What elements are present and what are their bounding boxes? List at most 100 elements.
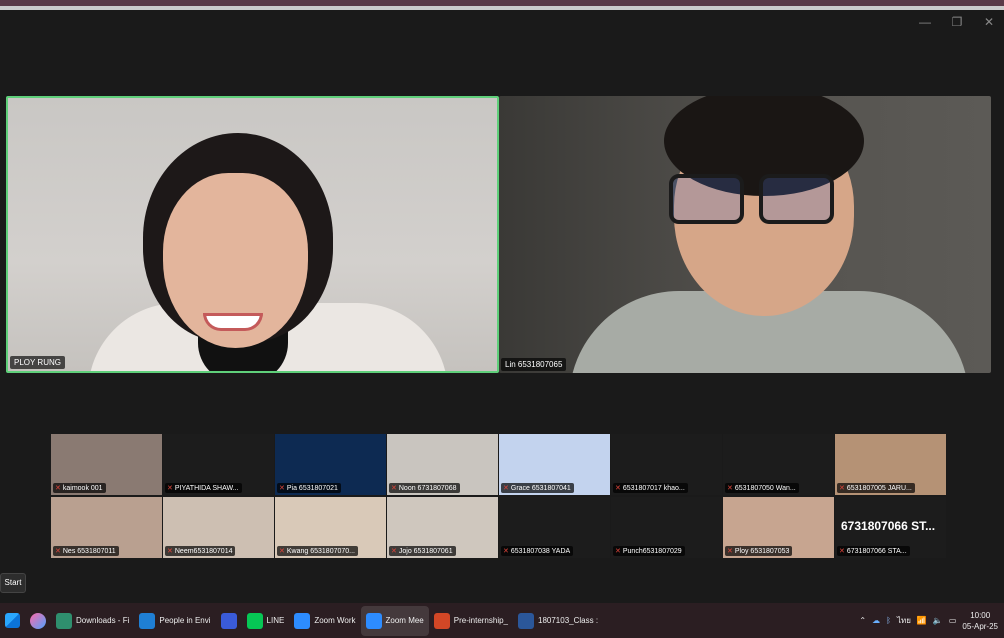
mic-muted-icon: ✕ — [167, 485, 173, 492]
wifi-icon[interactable]: 📶 — [917, 616, 927, 625]
participant-thumbnail[interactable]: ✕ 6531807017 khao... — [611, 434, 722, 495]
participant-name: 6531807017 khao... — [622, 484, 685, 492]
mic-muted-icon: ✕ — [503, 548, 509, 555]
mic-muted-icon: ✕ — [727, 485, 733, 492]
participant-thumbnail[interactable]: ✕ Nes 6531807011 — [51, 497, 162, 558]
participant-name-tag: ✕ Ploy 6531807053 — [725, 546, 793, 556]
mic-muted-icon: ✕ — [503, 485, 509, 492]
participant-thumbnail[interactable]: ✕ Noon 6731807068 — [387, 434, 498, 495]
copilot-button[interactable] — [25, 606, 51, 636]
participant-thumbnail[interactable]: ✕ Neem6531807014 — [163, 497, 274, 558]
windows-taskbar: Downloads - Fi People in Envi LINE Zoom Wor… — [0, 603, 1004, 638]
taskbar-apps: Downloads - Fi People in Envi LINE Zoom Wor… — [51, 605, 603, 636]
taskbar-app-label: People in Envi — [159, 616, 211, 625]
participant-thumbnail[interactable]: ✕ 6531807050 Wan... — [723, 434, 834, 495]
taskbar-app[interactable]: Zoom Work — [289, 606, 360, 636]
mic-muted-icon: ✕ — [839, 548, 845, 555]
app-icon — [518, 612, 534, 629]
clock-time: 10:00 — [970, 610, 991, 620]
mic-muted-icon: ✕ — [391, 548, 397, 555]
windows-logo-icon — [5, 613, 20, 628]
participant-thumbnail[interactable]: ✕ Ploy 6531807053 — [723, 497, 834, 558]
taskbar-app[interactable]: Downloads - Fi — [51, 606, 134, 636]
taskbar-app[interactable]: 1807103_Class : — [513, 606, 603, 636]
windows-start-button[interactable] — [0, 606, 25, 636]
zoom-meeting-window: — ❐ ✕ PLOY RUNG Lin 6531807065 ✕ kaimook … — [0, 0, 1004, 638]
participant-thumbnail[interactable]: ✕ 6531807005 JARU... — [835, 434, 946, 495]
language-indicator[interactable]: ไทย — [897, 614, 911, 627]
participant-name-tag: ✕ 6731807066 STA... — [837, 546, 910, 556]
participant-name: 6531807050 Wan... — [734, 484, 796, 492]
participant-video-detail — [669, 174, 744, 224]
close-icon[interactable]: ✕ — [980, 14, 998, 30]
participant-name: Kwang 6531807070... — [286, 547, 355, 555]
cloud-icon[interactable]: ☁ — [872, 616, 880, 625]
participant-name-tag: ✕ 6531807038 YADA — [501, 546, 574, 556]
participant-thumbnail[interactable]: ✕ Punch6531807029 — [611, 497, 722, 558]
participant-thumbnail[interactable]: ✕ kaimook 001 — [51, 434, 162, 495]
participant-name: Pia 6531807021 — [286, 484, 338, 492]
participant-thumbnail[interactable]: ✕ 6531807038 YADA — [499, 497, 610, 558]
bluetooth-icon[interactable]: ᛒ — [886, 616, 891, 625]
taskbar-app-label: Downloads - Fi — [76, 616, 130, 625]
app-icon — [139, 612, 156, 629]
participant-thumbnail[interactable]: ✕ PIYATHIDA SHAW... — [163, 434, 274, 495]
participant-name-tag: ✕ 6531807017 khao... — [613, 483, 688, 493]
battery-icon[interactable]: ▭ — [949, 616, 957, 625]
taskbar-app-label: Zoom Mee — [385, 616, 424, 625]
participant-name: Punch6531807029 — [622, 547, 682, 555]
participant-name-tag: ✕ 6531807005 JARU... — [837, 483, 915, 493]
participant-name: Noon 6731807068 — [398, 484, 457, 492]
start-video-button[interactable]: Start — [0, 573, 26, 593]
taskbar-app[interactable] — [216, 606, 242, 636]
app-icon — [56, 612, 72, 629]
mic-muted-icon: ✕ — [167, 548, 173, 555]
video-tile[interactable]: Lin 6531807065 — [499, 96, 991, 373]
participant-name-tag: ✕ Punch6531807029 — [613, 546, 685, 556]
chevron-up-icon[interactable]: ⌃ — [859, 616, 866, 625]
video-tile-active-speaker[interactable]: PLOY RUNG — [6, 96, 499, 373]
mic-muted-icon: ✕ — [55, 548, 61, 555]
app-icon — [294, 612, 311, 629]
participant-thumbnail[interactable]: 6731807066 ST... ✕ 6731807066 STA... — [835, 497, 946, 558]
participant-name: kaimook 001 — [62, 484, 103, 492]
participant-name-tag: ✕ Kwang 6531807070... — [277, 546, 358, 556]
app-icon — [433, 612, 450, 629]
participant-name-tag: ✕ Grace 6531807041 — [501, 483, 574, 493]
participant-thumbnail[interactable]: ✕ Pia 6531807021 — [275, 434, 386, 495]
participant-thumbnail[interactable]: ✕ Grace 6531807041 — [499, 434, 610, 495]
taskbar-app[interactable]: Zoom Mee — [360, 605, 429, 636]
gallery-strip: ✕ kaimook 001 ✕ PIYATHIDA SHAW... ✕ Pia 65318… — [51, 434, 946, 559]
title-bar-line — [0, 6, 1004, 10]
participant-thumbnail[interactable]: ✕ Kwang 6531807070... — [275, 497, 386, 558]
copilot-icon — [30, 612, 46, 629]
taskbar-app[interactable]: People in Envi — [134, 606, 215, 636]
participant-name-tag: ✕ Jojo 6531807061 — [389, 546, 456, 556]
participant-thumbnail[interactable]: ✕ Jojo 6531807061 — [387, 497, 498, 558]
taskbar-app-label: 1807103_Class : — [538, 616, 599, 625]
participant-name-tag: ✕ PIYATHIDA SHAW... — [165, 483, 242, 493]
participant-name-tag: ✕ Noon 6731807068 — [389, 483, 460, 493]
mic-muted-icon: ✕ — [55, 485, 61, 492]
mic-muted-icon: ✕ — [391, 485, 397, 492]
clock[interactable]: 10:00 05-Apr-25 — [962, 610, 998, 632]
mic-muted-icon: ✕ — [615, 485, 621, 492]
volume-icon[interactable]: 🔈 — [933, 616, 943, 625]
participant-name-tag: ✕ Neem6531807014 — [165, 546, 236, 556]
taskbar-app[interactable]: Pre-internship_ — [429, 606, 513, 636]
participant-name: PIYATHIDA SHAW... — [174, 484, 239, 492]
participant-name-tag: ✕ kaimook 001 — [53, 483, 106, 493]
minimize-icon[interactable]: — — [916, 14, 934, 30]
taskbar-app[interactable]: LINE — [242, 606, 290, 636]
participant-video-detail — [203, 313, 263, 331]
window-controls: — ❐ ✕ — [916, 14, 998, 30]
mic-muted-icon: ✕ — [839, 485, 845, 492]
mic-muted-icon: ✕ — [615, 548, 621, 555]
taskbar-app-label: Pre-internship_ — [453, 616, 508, 625]
participant-name: Neem6531807014 — [174, 547, 233, 555]
restore-icon[interactable]: ❐ — [948, 14, 966, 30]
participant-name: Ploy 6531807053 — [734, 547, 790, 555]
clock-date: 05-Apr-25 — [962, 621, 998, 631]
participant-name-tag: ✕ Nes 6531807011 — [53, 546, 119, 556]
system-tray: ⌃ ☁ ᛒ ไทย 📶 🔈 ▭ 10:00 05-Apr-25 — [859, 603, 998, 638]
